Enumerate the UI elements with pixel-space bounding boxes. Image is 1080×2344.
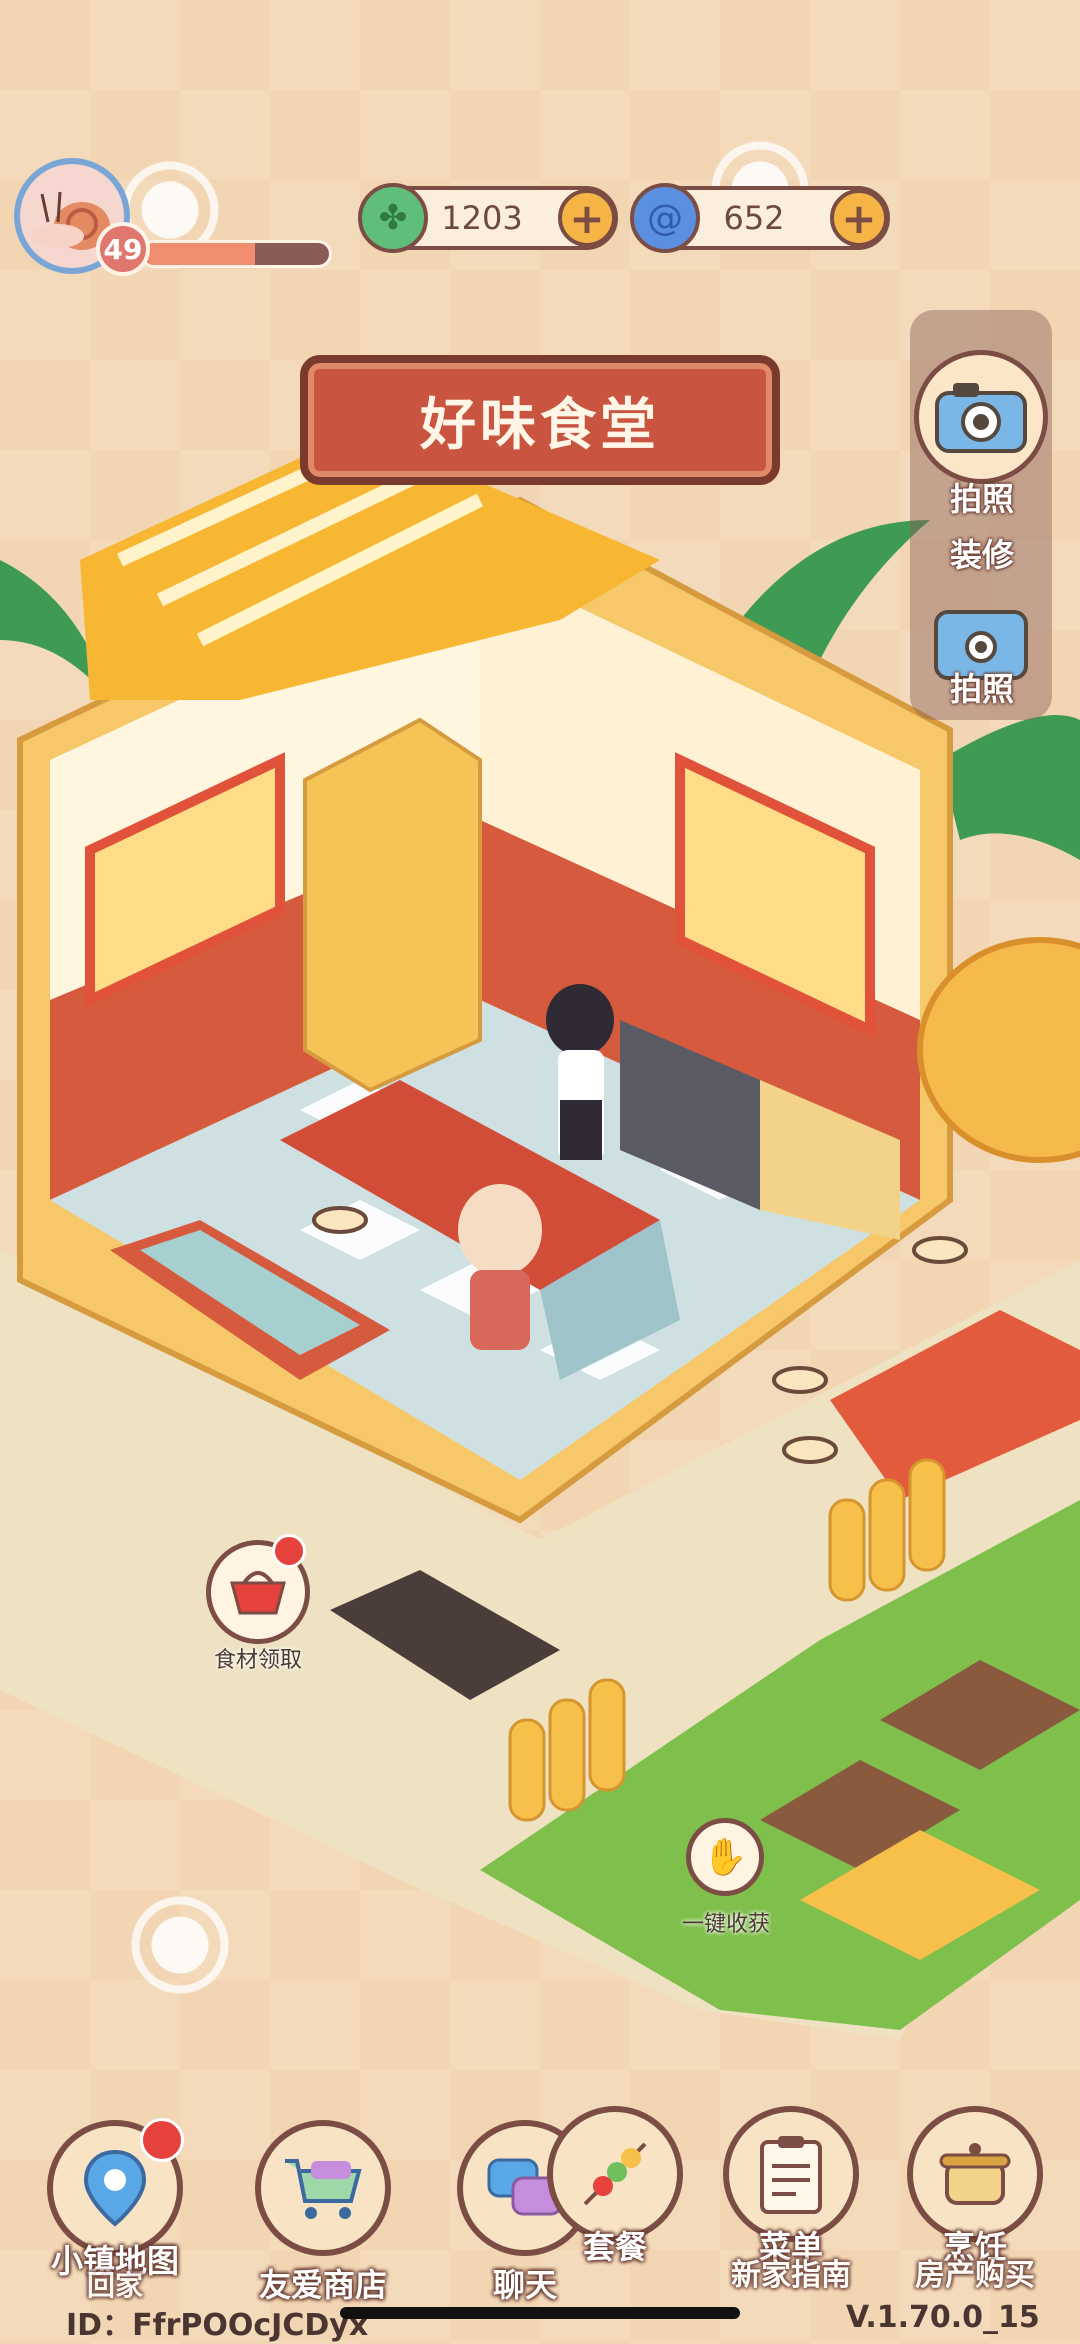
glove-icon: ✋ bbox=[702, 1837, 748, 1878]
add-clover-button[interactable]: + bbox=[558, 189, 616, 247]
swirl-icon: @ bbox=[630, 183, 700, 253]
basket-icon bbox=[230, 1571, 286, 1615]
player-id: ID：FfrPOOcJCDyx bbox=[66, 2308, 369, 2343]
home-indicator bbox=[340, 2307, 740, 2319]
nav-cooking[interactable]: 烹饪 房产购买 bbox=[900, 2106, 1050, 2293]
photo-label: 拍照 bbox=[949, 670, 1014, 708]
harvest-all-button[interactable]: ✋ bbox=[686, 1818, 764, 1896]
cooking-pot-icon bbox=[939, 2143, 1011, 2205]
swirl-currency: @ 652 + bbox=[630, 183, 890, 253]
decorate-label: 装修 bbox=[949, 536, 1014, 574]
restaurant-name: 好味食堂 bbox=[420, 392, 660, 458]
map-pin-icon bbox=[83, 2149, 147, 2227]
shopping-cart-icon bbox=[285, 2159, 362, 2219]
nav-property-label: 房产购买 bbox=[915, 2258, 1035, 2293]
nav-menu[interactable]: 菜单 新家指南 bbox=[716, 2106, 866, 2293]
notification-dot bbox=[140, 2118, 184, 2162]
harvest-all-label: 一键收获 bbox=[681, 1912, 770, 1937]
nav-home-label: 回家 bbox=[86, 2269, 143, 2302]
decorate-photo-button[interactable] bbox=[914, 350, 1048, 484]
level-badge: 49 bbox=[96, 222, 150, 276]
nav-circle bbox=[255, 2120, 391, 2256]
xp-bar bbox=[140, 240, 332, 268]
nav-guide-label: 新家指南 bbox=[731, 2258, 851, 2293]
clover-currency: ✤ 1203 + bbox=[358, 183, 618, 253]
clover-icon: ✤ bbox=[358, 183, 428, 253]
nav-town-map[interactable]: 小镇地图 回家 bbox=[40, 2118, 190, 2302]
skewer-icon bbox=[583, 2142, 647, 2206]
camera-icon bbox=[935, 383, 1027, 453]
ingredients-label: 食材领取 bbox=[213, 1648, 302, 1673]
photo-label-top: 拍照 bbox=[949, 480, 1014, 518]
clipboard-icon bbox=[760, 2136, 822, 2214]
nav-combo-label: 套餐 bbox=[582, 2228, 647, 2266]
add-swirl-button[interactable]: + bbox=[830, 189, 888, 247]
nav-combo[interactable]: 套餐 bbox=[540, 2106, 690, 2266]
camera-icon bbox=[965, 631, 997, 663]
version-text: V.1.70.0_15 bbox=[846, 2300, 1040, 2335]
nav-shop[interactable]: 友爱商店 bbox=[248, 2120, 398, 2304]
restaurant-sign[interactable]: 好味食堂 bbox=[300, 355, 780, 485]
notification-dot bbox=[272, 1534, 306, 1568]
